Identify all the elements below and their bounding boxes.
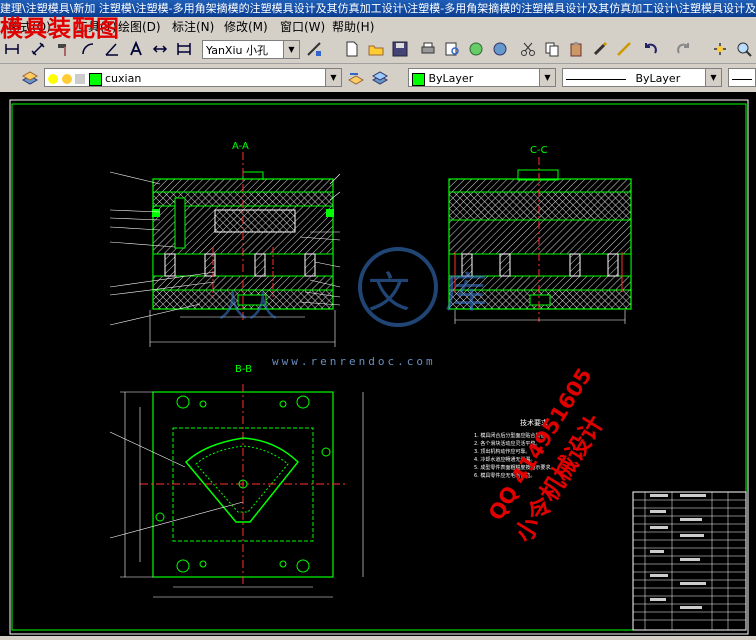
drawing-canvas[interactable]: A-A C-C 文 库 人人 www.renrendoc.com B-B 技术要… — [0, 92, 756, 636]
lineweight-select[interactable] — [728, 68, 756, 87]
dim-radius-icon[interactable] — [80, 41, 96, 57]
chevron-down-icon: ▼ — [283, 41, 299, 58]
sun-icon — [61, 74, 72, 84]
title-block — [632, 491, 747, 631]
text-style-manager-icon[interactable] — [306, 41, 322, 57]
lock-icon — [75, 74, 85, 84]
dim-angular-icon[interactable] — [104, 41, 120, 57]
dim-aligned-icon[interactable] — [30, 41, 46, 57]
linetype-sample — [566, 78, 626, 80]
chevron-down-icon: ▼ — [705, 69, 721, 86]
menu-window[interactable]: 窗口(W) — [280, 18, 325, 35]
menu-dimension[interactable]: 标注(N) — [172, 18, 214, 35]
zoom-icon[interactable] — [736, 41, 752, 57]
lightbulb-icon — [48, 74, 58, 84]
print-preview-icon[interactable] — [444, 41, 460, 57]
text-style-select[interactable]: YanXiu 小孔 ▼ — [202, 40, 300, 59]
layer-name: cuxian — [105, 72, 142, 85]
color-select[interactable]: ByLayer ▼ — [408, 68, 556, 87]
new-file-icon[interactable] — [344, 41, 360, 57]
menu-help[interactable]: 帮助(H) — [332, 18, 374, 35]
linetype-value: ByLayer — [635, 72, 681, 85]
svg-text:文: 文 — [368, 268, 410, 317]
make-layer-current-icon[interactable] — [348, 70, 364, 86]
menu-draw[interactable]: 绘图(D) — [118, 18, 161, 35]
overlay-title: 模具装配图 — [0, 16, 120, 42]
section-aa-label: A-A — [232, 141, 249, 152]
layer-manager-icon[interactable] — [22, 70, 38, 86]
pan-icon[interactable] — [712, 41, 728, 57]
match-properties-icon[interactable] — [592, 41, 608, 57]
publish-icon[interactable] — [468, 41, 484, 57]
color-value: ByLayer — [428, 72, 474, 85]
linetype-select[interactable]: ByLayer ▼ — [562, 68, 722, 87]
dim-linear-icon[interactable] — [4, 41, 20, 57]
paste-icon[interactable] — [568, 41, 584, 57]
chevron-down-icon: ▼ — [539, 69, 555, 86]
chevron-down-icon: ▼ — [325, 69, 341, 86]
section-bb-label: B-B — [235, 364, 252, 375]
dim-style-icon[interactable] — [152, 41, 168, 57]
plot-icon[interactable] — [492, 41, 508, 57]
text-style-icon[interactable] — [128, 41, 144, 57]
color-swatch — [412, 72, 425, 86]
text-style-value: YanXiu 小孔 — [206, 44, 268, 57]
svg-text:人人: 人人 — [218, 290, 278, 325]
redo-icon[interactable] — [676, 41, 692, 57]
undo-icon[interactable] — [642, 41, 658, 57]
section-bb-view: B-B — [109, 364, 364, 598]
layers-toolbar: cuxian ▼ ByLayer ▼ ByLayer ▼ — [0, 64, 756, 93]
hammer-icon[interactable] — [56, 41, 72, 57]
layer-previous-icon[interactable] — [372, 70, 388, 86]
print-icon[interactable] — [420, 41, 436, 57]
block-editor-icon[interactable] — [616, 41, 632, 57]
svg-text:库: 库 — [445, 268, 487, 317]
save-icon[interactable] — [392, 41, 408, 57]
section-cc-label: C-C — [530, 145, 548, 156]
layer-select[interactable]: cuxian ▼ — [44, 68, 342, 87]
cad-drawing: A-A C-C 文 库 人人 www.renrendoc.com B-B 技术要… — [9, 99, 749, 635]
dim-baseline-icon[interactable] — [176, 41, 192, 57]
menu-modify[interactable]: 修改(M) — [224, 18, 268, 35]
watermark-url: www.renrendoc.com — [272, 355, 436, 368]
copy-icon[interactable] — [544, 41, 560, 57]
layer-color-swatch — [88, 72, 102, 86]
lineweight-sample — [732, 78, 752, 80]
open-file-icon[interactable] — [368, 41, 384, 57]
cut-icon[interactable] — [520, 41, 536, 57]
